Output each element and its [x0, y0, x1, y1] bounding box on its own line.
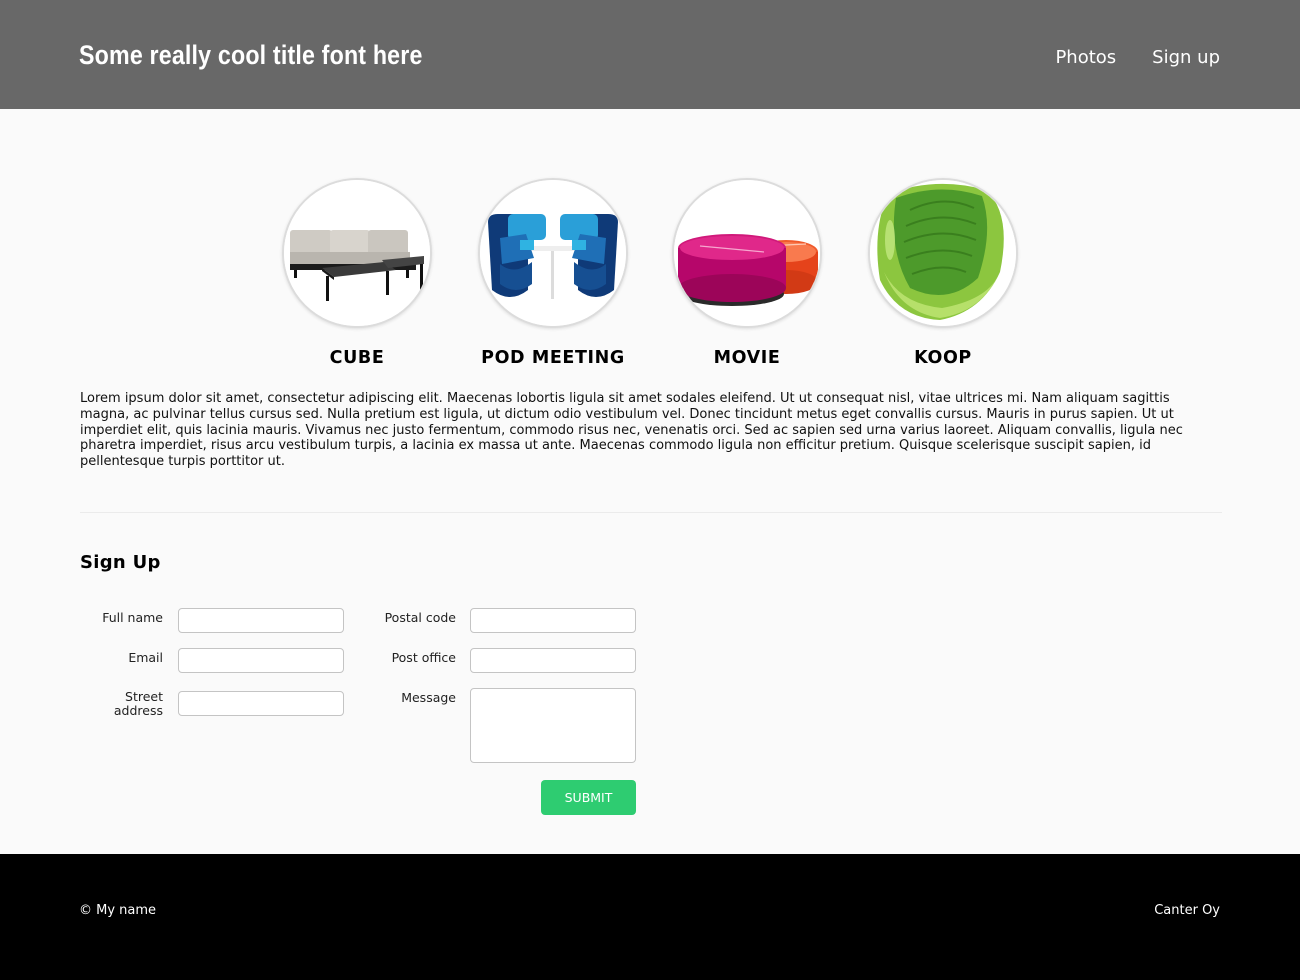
nav-link-photos[interactable]: Photos — [1055, 47, 1116, 68]
full-name-input[interactable] — [178, 608, 344, 633]
product-image-cube[interactable] — [282, 178, 432, 328]
site-title: Some really cool title font here — [79, 40, 423, 70]
product-cube: CUBE — [282, 178, 432, 368]
product-movie: MOVIE — [672, 178, 822, 368]
site-header: Some really cool title font here Photos … — [0, 0, 1300, 109]
sofa-icon — [284, 180, 430, 326]
product-image-movie[interactable] — [672, 178, 822, 328]
message-label: Message — [401, 690, 456, 705]
pod-meeting-chairs-icon — [480, 180, 626, 326]
intro-paragraph: Lorem ipsum dolor sit amet, consectetur … — [80, 391, 1183, 470]
footer-company: Canter Oy — [1154, 903, 1220, 918]
submit-button[interactable]: SUBMIT — [541, 780, 636, 815]
email-label: Email — [128, 650, 163, 665]
nav-link-sign-up[interactable]: Sign up — [1152, 47, 1220, 68]
ottoman-icon — [674, 180, 820, 326]
post-office-label: Post office — [391, 650, 456, 665]
email-input[interactable] — [178, 648, 344, 673]
footer-copyright: © My name — [79, 903, 157, 918]
section-divider — [80, 512, 1222, 513]
egg-chair-icon — [870, 180, 1016, 326]
full-name-label: Full name — [102, 610, 163, 625]
product-image-pod-meeting[interactable] — [478, 178, 628, 328]
product-koop: KOOP — [868, 178, 1018, 368]
message-textarea[interactable] — [470, 688, 636, 763]
post-office-input[interactable] — [470, 648, 636, 673]
postal-code-label: Postal code — [384, 610, 456, 625]
street-address-label: Street address — [113, 689, 163, 718]
street-address-input[interactable] — [178, 691, 344, 716]
site-footer: © My name Canter Oy — [0, 854, 1300, 980]
main-nav: Photos Sign up — [1055, 47, 1220, 68]
product-pod-meeting: POD MEETING — [478, 178, 628, 368]
product-image-koop[interactable] — [868, 178, 1018, 328]
signup-title: Sign Up — [80, 552, 161, 573]
postal-code-input[interactable] — [470, 608, 636, 633]
product-label-koop: KOOP — [914, 348, 972, 368]
